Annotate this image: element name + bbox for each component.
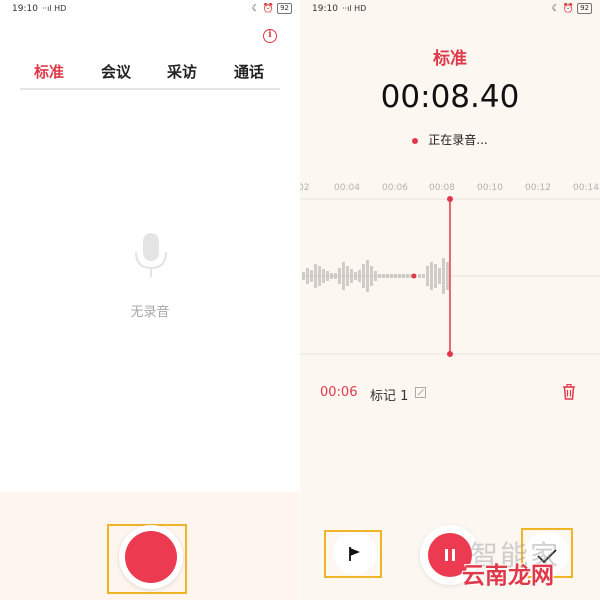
record-button[interactable] — [125, 531, 177, 583]
pause-icon — [445, 549, 455, 561]
tab-meeting[interactable]: 会议 — [101, 61, 131, 82]
recording-dot-icon — [412, 137, 419, 144]
empty-state-text: 无录音 — [130, 305, 170, 320]
mark-time[interactable]: 00:06 — [320, 385, 357, 400]
tab-standard[interactable]: 标准 — [34, 61, 64, 82]
alarm-icon: ⏰ — [262, 3, 275, 14]
info-icon[interactable]: i — [263, 29, 277, 43]
status-bar: 19:10 ··ıl HD ☾ ⏰ 92 — [312, 3, 592, 17]
alarm-icon: ⏰ — [562, 3, 575, 14]
status-bar: 19:10 ··ıl HD ☾ ⏰ 92 — [12, 3, 292, 17]
recording-status-text: 正在录音... — [428, 133, 488, 147]
mode-tabs: 标准 会议 采访 通话 — [20, 58, 280, 90]
moon-icon: ☾ — [251, 3, 260, 14]
signal-indicator: ··ıl HD — [42, 4, 67, 13]
microphone-icon — [135, 233, 167, 277]
waveform — [300, 196, 600, 357]
trash-icon[interactable] — [562, 384, 576, 400]
recording-screen: 19:10 ··ıl HD ☾ ⏰ 92 标准 00:08.40 正在录音...… — [300, 0, 600, 600]
mode-title: 标准 — [433, 49, 467, 69]
tab-interview[interactable]: 采访 — [167, 61, 197, 82]
status-time: 19:10 — [312, 4, 338, 14]
tab-call[interactable]: 通话 — [234, 61, 264, 82]
battery-indicator: 92 — [277, 3, 292, 14]
waveform-area: 02 00:04 00:06 00:08 00:10 00:12 00:14 — [300, 178, 600, 358]
status-icons: ☾ ⏰ 92 — [252, 3, 292, 14]
watermark-site-text: 云南龙网 — [462, 563, 554, 589]
recorder-empty-screen: 19:10 ··ıl HD ☾ ⏰ 92 i 标准 会议 采访 通话 无录音 — [0, 0, 300, 600]
recording-status: 正在录音... — [300, 131, 600, 148]
moon-icon: ☾ — [551, 3, 560, 14]
recording-timer: 00:08.40 — [380, 79, 520, 115]
signal-indicator: ··ıl HD — [342, 4, 367, 13]
edit-icon[interactable] — [415, 387, 426, 398]
battery-indicator: 92 — [577, 3, 592, 14]
flag-button-highlight — [324, 530, 382, 578]
mark-label: 标记 1 — [370, 389, 409, 404]
status-time: 19:10 — [12, 4, 38, 14]
status-icons: ☾ ⏰ 92 — [552, 3, 592, 14]
